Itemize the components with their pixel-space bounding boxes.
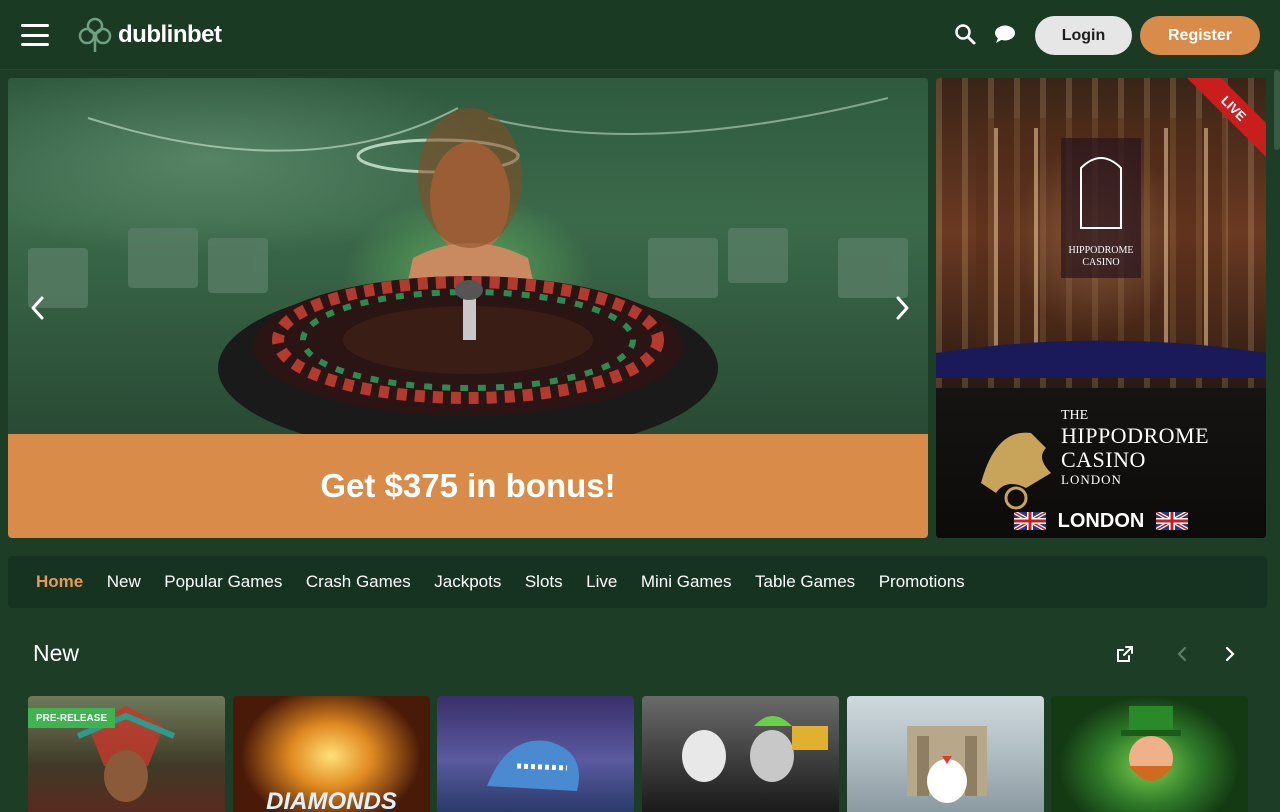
login-button[interactable]: Login (1035, 16, 1132, 55)
game-title-diamonds: DIAMONDS (266, 788, 397, 812)
clover-logo-icon (78, 17, 112, 52)
category-live[interactable]: Live (586, 572, 617, 592)
external-link-icon (1117, 646, 1133, 662)
game-art (487, 740, 579, 791)
uk-flag-icon (1013, 512, 1046, 530)
title-the: THE (1061, 408, 1089, 423)
category-table-games[interactable]: Table Games (755, 572, 855, 592)
svg-text:CASINO: CASINO (1082, 257, 1119, 268)
game-tile[interactable] (642, 696, 839, 812)
category-home[interactable]: Home (36, 572, 83, 592)
game-art (1121, 706, 1181, 781)
chevron-right-icon (1225, 646, 1235, 662)
hero-next-arrow[interactable] (888, 288, 916, 328)
hamburger-menu-icon[interactable] (21, 24, 49, 46)
title-line2: CASINO (1061, 447, 1146, 472)
game-tile[interactable]: DIAMONDS (233, 696, 430, 812)
hero-banner[interactable]: Get $375 in bonus! (8, 78, 928, 538)
chevron-right-icon (896, 296, 909, 320)
category-nav: Home New Popular Games Crash Games Jackp… (8, 556, 1267, 608)
hero-prev-arrow[interactable] (24, 288, 52, 328)
game-tile[interactable] (847, 696, 1044, 812)
category-popular-games[interactable]: Popular Games (164, 572, 282, 592)
live-casino-card[interactable]: HIPPODROME CASINO LIVE THE HIPPODROME CA… (936, 78, 1266, 538)
title-line3: LONDON (1061, 472, 1122, 487)
search-icon[interactable] (953, 22, 977, 46)
chat-icon[interactable] (993, 22, 1017, 46)
london-label-row: LONDON (936, 508, 1266, 534)
page-scrollbar[interactable] (1274, 70, 1280, 150)
open-section-button[interactable] (1108, 637, 1142, 671)
game-tile[interactable] (1051, 696, 1248, 812)
game-art (907, 726, 987, 803)
section-title: New (33, 640, 80, 666)
logo-text: dublinbet (118, 21, 222, 48)
uk-flag-icon (1156, 512, 1189, 530)
logo[interactable]: dublinbet (78, 16, 222, 54)
top-header: dublinbet Login Register (0, 0, 1280, 70)
category-jackpots[interactable]: Jackpots (434, 572, 501, 592)
chevron-left-icon (31, 296, 44, 320)
game-tile[interactable] (437, 696, 634, 812)
title-line1: HIPPODROME (1061, 423, 1210, 448)
category-mini-games[interactable]: Mini Games (641, 572, 732, 592)
chevron-left-icon (1177, 646, 1187, 662)
bonus-banner-text[interactable]: Get $375 in bonus! (8, 434, 928, 538)
register-button[interactable]: Register (1140, 16, 1260, 55)
category-crash-games[interactable]: Crash Games (306, 572, 411, 592)
svg-text:HIPPODROME: HIPPODROME (1068, 245, 1133, 256)
hippodrome-title: THE HIPPODROME CASINO LONDON (1061, 408, 1209, 488)
category-slots[interactable]: Slots (525, 572, 563, 592)
section-prev-button[interactable] (1166, 637, 1200, 671)
pre-release-badge: PRE-RELEASE (28, 708, 116, 728)
city-label: LONDON (1057, 509, 1145, 532)
category-promotions[interactable]: Promotions (879, 572, 965, 592)
section-next-button[interactable] (1212, 637, 1246, 671)
hero-image (8, 78, 928, 456)
casino-building-image: HIPPODROME CASINO (936, 78, 1266, 388)
game-tile[interactable]: PRE-RELEASE (28, 696, 225, 812)
hero-illustration (28, 97, 908, 456)
category-new[interactable]: New (107, 572, 141, 592)
game-art (682, 716, 828, 782)
